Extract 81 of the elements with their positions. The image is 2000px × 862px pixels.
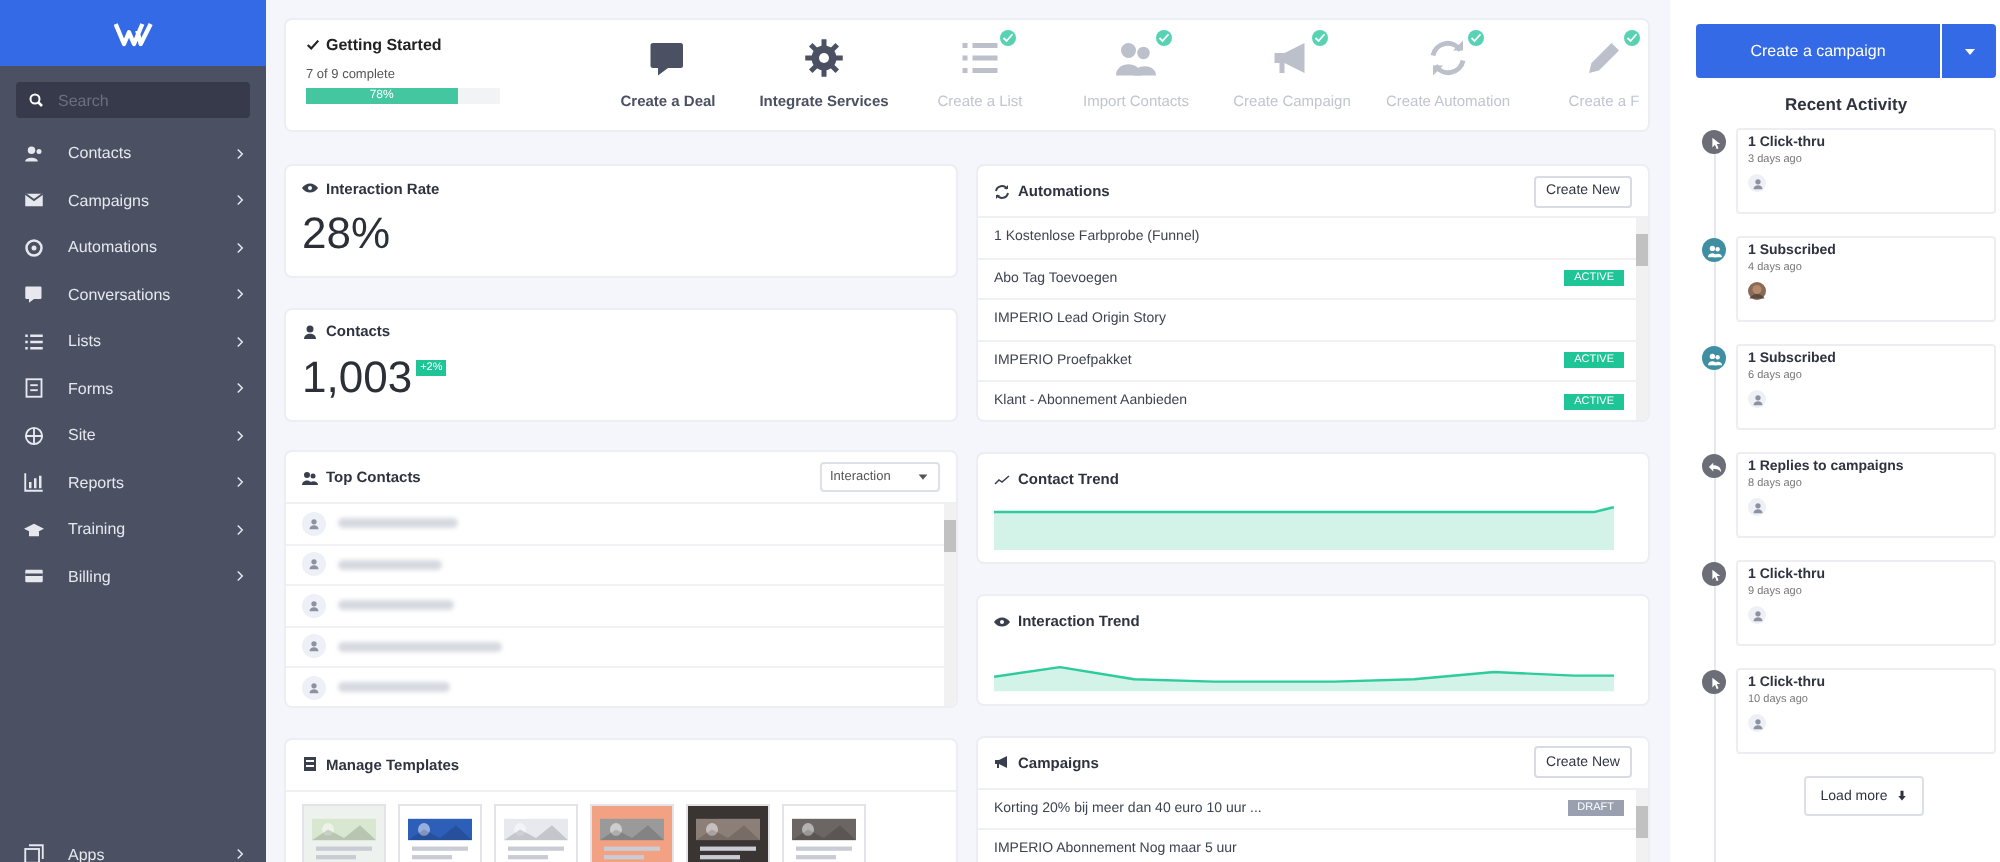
stat-value: 28% <box>300 210 393 258</box>
list-icon <box>960 38 1000 78</box>
credit-card-icon <box>24 566 44 587</box>
template-icon <box>302 756 318 772</box>
nav-item[interactable]: Site <box>0 412 266 459</box>
chevron-right-icon <box>234 288 246 301</box>
envelope-icon <box>24 190 44 211</box>
chevron-right-icon <box>234 523 246 536</box>
blurred-email <box>338 682 450 693</box>
cycle-icon <box>24 237 44 258</box>
chevron-right-icon <box>234 382 246 395</box>
sync-icon <box>1428 38 1468 78</box>
nav-item[interactable]: Automations <box>0 224 266 271</box>
arrow-down-icon <box>1895 790 1908 802</box>
list-icon <box>24 331 44 352</box>
blurred-email <box>338 559 442 570</box>
chevron-right-icon <box>234 476 246 489</box>
dropdown-button[interactable] <box>1940 24 1996 78</box>
megaphone-icon <box>994 754 1010 770</box>
speech-bubble-icon <box>24 284 44 305</box>
eye-icon <box>302 180 318 196</box>
logo-icon[interactable] <box>113 19 153 47</box>
users-icon <box>1116 38 1156 78</box>
nav-item[interactable]: Reports <box>0 459 266 506</box>
check-badge-icon <box>1000 30 1016 46</box>
section-title: Recent Activity <box>1782 94 1910 114</box>
check-icon <box>306 38 320 52</box>
caret-icon <box>1961 43 1977 59</box>
speech-bubble-icon <box>648 38 688 78</box>
caret-icon <box>916 470 930 484</box>
nav-item[interactable]: Forms <box>0 365 266 412</box>
nav-item[interactable]: Campaigns <box>0 177 266 224</box>
nav-item[interactable]: Billing <box>0 553 266 600</box>
chevron-right-icon <box>234 194 246 207</box>
windows-icon <box>24 844 44 862</box>
chevron-right-icon <box>234 335 246 348</box>
eye-icon <box>994 613 1010 629</box>
activity-type-icon <box>1702 562 1726 586</box>
check-badge-icon <box>1624 30 1640 46</box>
nav-item[interactable]: Apps <box>0 834 266 862</box>
pencil-icon <box>1584 38 1624 78</box>
scrollbar[interactable] <box>1636 789 1648 862</box>
chevron-right-icon <box>234 848 246 860</box>
graduation-cap-icon <box>24 519 44 540</box>
card-title: Getting Started <box>326 36 442 54</box>
chevron-right-icon <box>234 241 246 254</box>
activity-type-icon <box>1702 670 1726 694</box>
check-badge-icon <box>1468 30 1484 46</box>
avatar-icon <box>302 634 326 659</box>
scrollbar[interactable] <box>1636 218 1648 420</box>
chevron-right-icon <box>234 570 246 583</box>
search-icon <box>28 92 44 108</box>
avatar-icon <box>302 675 326 700</box>
scrollbar[interactable] <box>944 504 956 706</box>
blurred-email <box>338 518 458 529</box>
form-icon <box>24 378 44 399</box>
activity-type-icon <box>1702 454 1726 478</box>
blurred-email <box>338 600 454 611</box>
avatar-icon <box>302 511 326 536</box>
stat-value: 1,003 <box>300 353 415 401</box>
avatar-icon <box>302 593 326 618</box>
activity-type-icon <box>1702 238 1726 262</box>
bar-chart-icon <box>24 472 44 493</box>
check-badge-icon <box>1156 30 1172 46</box>
check-badge-icon <box>1312 30 1328 46</box>
users-icon <box>302 469 318 485</box>
sync-icon <box>994 183 1010 199</box>
users-icon <box>24 143 44 164</box>
nav-item[interactable]: Contacts <box>0 130 266 177</box>
activity-type-icon <box>1702 346 1726 370</box>
nav-item[interactable]: Lists <box>0 318 266 365</box>
trend-line-icon <box>994 471 1010 487</box>
avatar-icon <box>302 552 326 577</box>
chevron-right-icon <box>234 429 246 442</box>
activity-type-icon <box>1702 130 1726 154</box>
chevron-right-icon <box>234 147 246 160</box>
nav-item[interactable]: Conversations <box>0 271 266 318</box>
create-campaign-button[interactable]: Create a campaign <box>1696 24 1940 78</box>
person-icon <box>302 323 318 339</box>
globe-icon <box>24 425 44 446</box>
nav-item[interactable]: Training <box>0 506 266 553</box>
